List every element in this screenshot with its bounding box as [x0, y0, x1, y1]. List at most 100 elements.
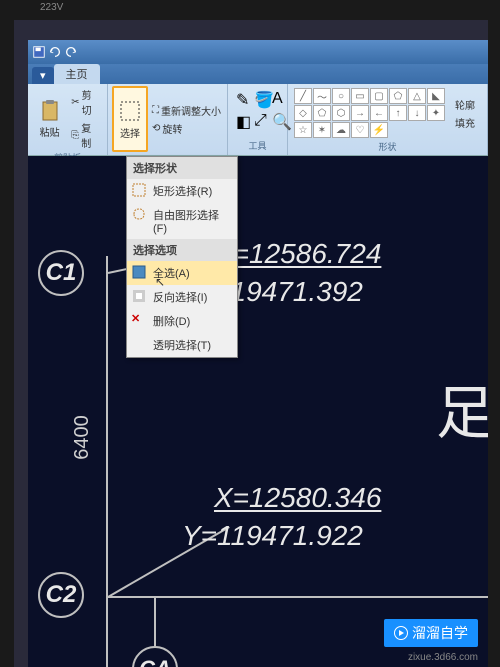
- rotate-button[interactable]: ⟲ 旋转: [150, 120, 223, 137]
- monitor-frame: ▾ 主页 粘贴 ✂ 剪切: [0, 0, 500, 667]
- quick-access-toolbar: [32, 45, 78, 59]
- watermark-url: zixue.3d66.com: [408, 652, 478, 663]
- select-all-icon: [131, 264, 147, 280]
- menu-transparent[interactable]: 透明选择(T): [127, 333, 237, 357]
- paste-label: 粘贴: [40, 124, 60, 139]
- select-button[interactable]: 选择: [112, 86, 148, 152]
- select-rect-icon: [118, 99, 142, 123]
- invert-icon: [131, 288, 147, 304]
- shape-star5[interactable]: ☆: [294, 122, 312, 138]
- app-screen: ▾ 主页 粘贴 ✂ 剪切: [28, 40, 488, 667]
- tools-group: ✎ 🪣 A ◧ ⤢ 🔍 工具: [228, 84, 288, 155]
- menu-invert[interactable]: 反向选择(I): [127, 285, 237, 309]
- paste-button[interactable]: 粘贴: [32, 86, 67, 151]
- image-group-label: [112, 152, 223, 153]
- shape-diamond[interactable]: ◇: [294, 105, 312, 121]
- pencil-icon[interactable]: ✎: [236, 90, 252, 110]
- fill-label: 填充: [455, 115, 475, 130]
- menu-transparent-label: 透明选择(T): [153, 340, 211, 352]
- monitor-model: 223V: [40, 2, 63, 13]
- menu-delete-label: 删除(D): [153, 316, 190, 328]
- rect-select-icon: [131, 182, 147, 198]
- menu-rect-select[interactable]: 矩形选择(R): [127, 179, 237, 203]
- copy-label: 复制: [81, 120, 101, 150]
- scissors-icon: ✂: [71, 97, 79, 108]
- free-select-icon: [131, 206, 147, 222]
- cut-label: 剪切: [82, 87, 101, 117]
- resize-label: 重新调整大小: [161, 103, 221, 118]
- menu-select-all[interactable]: 全选(A) ↖: [127, 261, 237, 285]
- copy-button[interactable]: ⎘ 复制: [69, 119, 103, 151]
- large-char: 足: [436, 366, 488, 450]
- ribbon-tabs: ▾ 主页: [28, 64, 488, 84]
- eraser-icon[interactable]: ◧: [236, 112, 252, 132]
- shapes-group-label: 形状: [292, 140, 483, 154]
- outline-button[interactable]: 轮廓: [453, 96, 477, 113]
- tools-group-label: 工具: [232, 139, 283, 153]
- outline-label: 轮廓: [455, 97, 475, 112]
- shape-polygon[interactable]: ⬠: [389, 88, 407, 104]
- menu-section-shapes: 选择形状: [127, 157, 237, 179]
- delete-icon: ✕: [131, 312, 147, 328]
- image-group: 选择 ⛶ 重新调整大小 ⟲ 旋转: [108, 84, 228, 155]
- shape-bolt[interactable]: ⚡: [370, 122, 388, 138]
- shape-star4[interactable]: ✦: [427, 105, 445, 121]
- select-dropdown-menu: 选择形状 矩形选择(R) 自由图形选择(F) 选择选项 全选(A) ↖: [126, 156, 238, 358]
- shape-star6[interactable]: ✶: [313, 122, 331, 138]
- watermark-text: 溜溜自学: [412, 623, 468, 643]
- menu-rect-select-label: 矩形选择(R): [153, 186, 212, 198]
- shape-arrowu[interactable]: ↑: [389, 105, 407, 121]
- cut-button[interactable]: ✂ 剪切: [69, 86, 103, 118]
- tab-home[interactable]: 主页: [54, 64, 100, 84]
- shape-line[interactable]: ╱: [294, 88, 312, 104]
- shape-arrowl[interactable]: ←: [370, 105, 388, 121]
- cad-horizontal-axis: [106, 596, 488, 598]
- redo-icon[interactable]: [64, 45, 78, 59]
- shape-pentagon[interactable]: ⬠: [313, 105, 331, 121]
- picker-icon[interactable]: ⤢: [254, 112, 270, 132]
- shape-roundrect[interactable]: ▢: [370, 88, 388, 104]
- file-tab[interactable]: ▾: [32, 67, 54, 84]
- menu-section-options: 选择选项: [127, 239, 237, 261]
- watermark-badge: 溜溜自学: [384, 619, 478, 647]
- coord1-x: X=12586.724: [214, 238, 381, 270]
- clipboard-group: 粘贴 ✂ 剪切 ⎘ 复制 剪贴板: [28, 84, 108, 155]
- rotate-label: 旋转: [162, 121, 182, 136]
- fill-icon[interactable]: 🪣: [254, 90, 270, 110]
- shape-oval[interactable]: ○: [332, 88, 350, 104]
- title-bar: [28, 40, 488, 64]
- shapes-group: ╱ 〜 ○ ▭ ▢ ⬠ △ ◣ ◇ ⬠ ⬡ → ← ↑ ↓: [288, 84, 488, 155]
- shape-triangle[interactable]: △: [408, 88, 426, 104]
- copy-icon: ⎘: [71, 130, 79, 141]
- coord2-x: X=12580.346: [214, 482, 381, 514]
- text-icon[interactable]: A: [272, 90, 288, 110]
- cad-ca-axis: [154, 596, 156, 646]
- shape-callout[interactable]: ☁: [332, 122, 350, 138]
- menu-free-select-label: 自由图形选择(F): [153, 210, 219, 235]
- cad-vertical-axis: [106, 256, 108, 667]
- shape-curve[interactable]: 〜: [313, 88, 331, 104]
- save-icon[interactable]: [32, 45, 46, 59]
- select-label: 选择: [120, 125, 140, 140]
- cad-label-c1: C1: [38, 250, 84, 296]
- menu-free-select[interactable]: 自由图形选择(F): [127, 203, 237, 239]
- shapes-gallery[interactable]: ╱ 〜 ○ ▭ ▢ ⬠ △ ◣ ◇ ⬠ ⬡ → ← ↑ ↓: [292, 86, 447, 140]
- play-icon: [394, 626, 408, 640]
- rotate-icon: ⟲: [152, 123, 160, 134]
- dimension-6400: 6400: [71, 415, 94, 460]
- undo-icon[interactable]: [48, 45, 62, 59]
- shape-rect[interactable]: ▭: [351, 88, 369, 104]
- shape-heart[interactable]: ♡: [351, 122, 369, 138]
- cad-canvas[interactable]: C1 C2 CA X=12586.724 Y=119471.392 6400 足…: [28, 156, 488, 667]
- resize-button[interactable]: ⛶ 重新调整大小: [150, 102, 223, 119]
- zoom-icon[interactable]: 🔍: [272, 112, 288, 132]
- resize-icon: ⛶: [152, 105, 159, 116]
- cad-label-ca: CA: [132, 646, 178, 667]
- shape-arrowd[interactable]: ↓: [408, 105, 426, 121]
- shape-rtriangle[interactable]: ◣: [427, 88, 445, 104]
- fill-button[interactable]: 填充: [453, 114, 477, 131]
- shape-arrowr[interactable]: →: [351, 105, 369, 121]
- menu-delete[interactable]: ✕ 删除(D): [127, 309, 237, 333]
- ribbon: 粘贴 ✂ 剪切 ⎘ 复制 剪贴板: [28, 84, 488, 156]
- shape-hexagon[interactable]: ⬡: [332, 105, 350, 121]
